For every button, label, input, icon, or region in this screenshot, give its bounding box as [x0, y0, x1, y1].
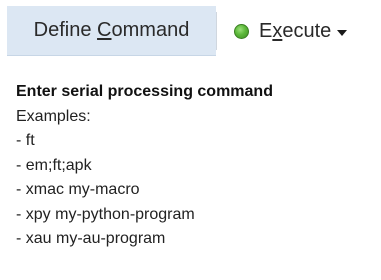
execute-dropdown-button[interactable]: Execute	[234, 6, 348, 56]
examples-label: Examples:	[16, 107, 91, 125]
example-item: - xmac my-macro	[16, 181, 140, 198]
toolbar: Define Command Execute	[0, 0, 381, 64]
example-item: - xpy my-python-program	[16, 205, 195, 223]
define-command-label: Define Command	[33, 19, 190, 41]
caret-down-icon	[337, 29, 348, 36]
green-status-icon	[234, 23, 249, 39]
help-heading: Enter serial processing command	[16, 83, 273, 100]
command-help-panel: Enter serial processing command Examples…	[16, 80, 376, 252]
example-item: - ft	[16, 132, 35, 149]
example-item: - em;ft;apk	[16, 156, 92, 174]
example-item: - xau my-au-program	[16, 230, 166, 247]
execute-label: Execute	[259, 19, 332, 42]
tab-divider	[216, 12, 217, 50]
tab-define-command[interactable]: Define Command	[7, 6, 216, 56]
